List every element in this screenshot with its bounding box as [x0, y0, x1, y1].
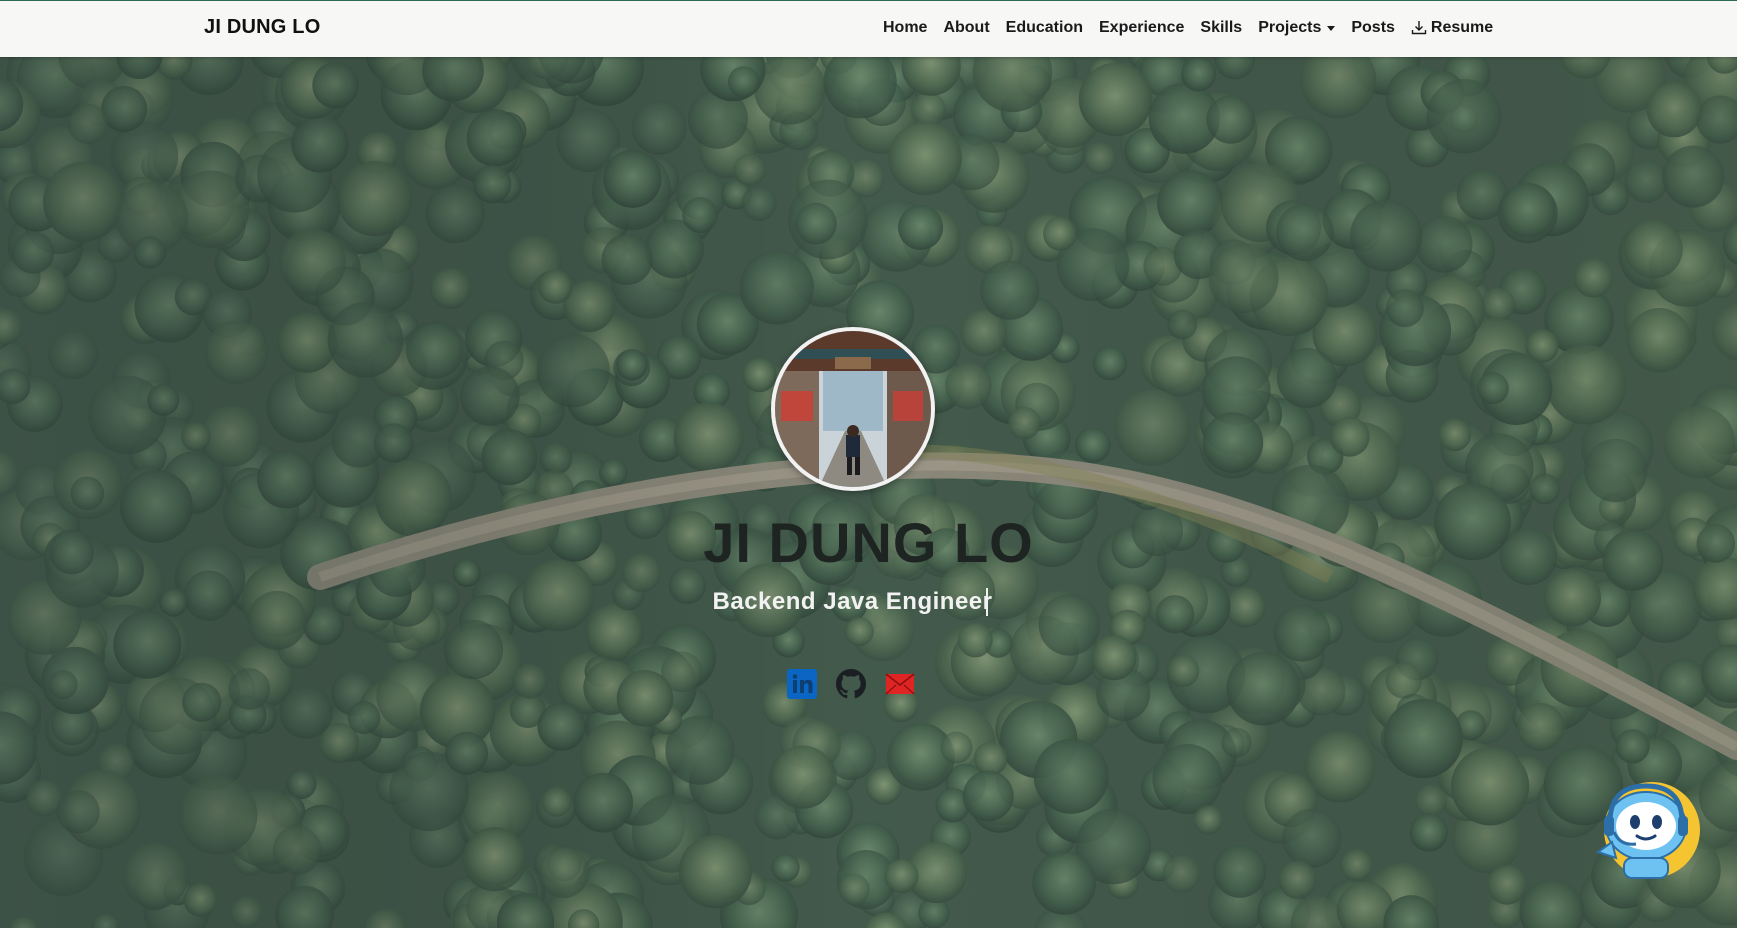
nav-resume-label: Resume	[1430, 19, 1494, 36]
robot-mascot-icon	[1595, 782, 1700, 879]
nav-menu: Home About Education Experience Skills P…	[883, 19, 1509, 41]
hero-title: Backend Java Engineer	[712, 588, 993, 615]
forest-background	[0, 57, 1737, 928]
chatbot-launcher[interactable]	[1590, 772, 1702, 882]
nav-home[interactable]: Home	[883, 19, 927, 37]
hero-section: JI DUNG LO Backend Java Engineer	[0, 57, 1737, 928]
caret-down-icon	[1327, 25, 1336, 31]
profile-avatar	[771, 327, 935, 491]
navbar: JI DUNG LO Home About Education Experien…	[0, 0, 1737, 57]
nav-projects[interactable]: Projects	[1258, 19, 1336, 37]
brand-logo[interactable]: JI DUNG LO	[204, 16, 320, 39]
download-icon	[1411, 21, 1427, 35]
linkedin-icon[interactable]	[787, 669, 817, 699]
nav-experience[interactable]: Experience	[1099, 19, 1184, 37]
nav-posts[interactable]: Posts	[1351, 19, 1395, 37]
nav-education[interactable]: Education	[1006, 19, 1083, 37]
nav-about[interactable]: About	[943, 19, 989, 37]
profile-photo	[775, 331, 931, 487]
github-icon[interactable]	[836, 669, 866, 699]
hero-name: JI DUNG LO	[703, 511, 1034, 574]
social-links	[787, 669, 915, 699]
nav-projects-label: Projects	[1258, 19, 1322, 36]
nav-resume[interactable]: Resume	[1411, 19, 1493, 37]
nav-skills[interactable]: Skills	[1200, 19, 1242, 37]
mail-icon[interactable]	[885, 669, 915, 699]
typing-cursor	[986, 588, 988, 616]
